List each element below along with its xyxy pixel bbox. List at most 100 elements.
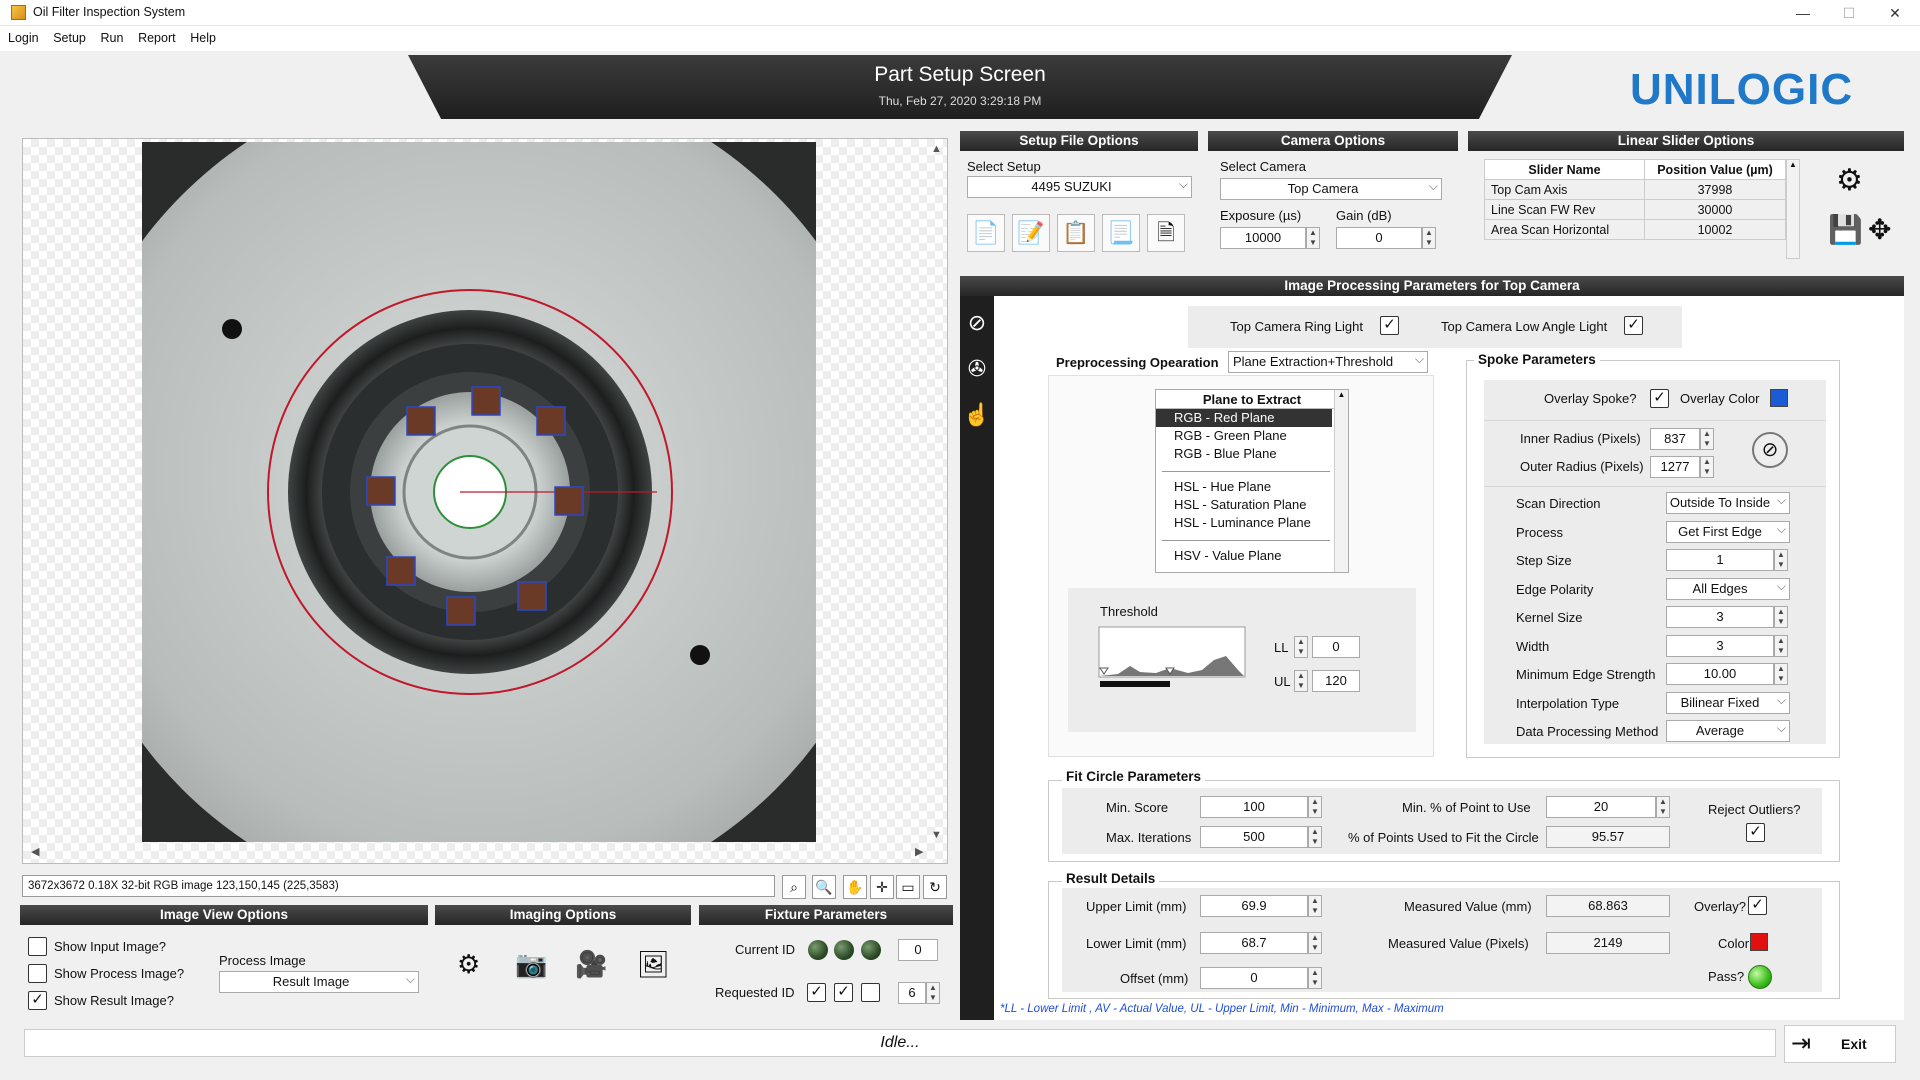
image-gallery-icon[interactable]: 🖼: [637, 949, 670, 980]
min-score-spinner[interactable]: ▲ ▼: [1308, 796, 1322, 818]
show-result-checkbox[interactable]: ✓: [28, 991, 47, 1010]
slider-settings-icon[interactable]: ⚙: [1836, 163, 1863, 198]
threshold-histogram[interactable]: [1098, 626, 1246, 690]
outer-radius-input[interactable]: 1277: [1650, 456, 1700, 478]
data-processing-method-select[interactable]: Average: [1666, 718, 1790, 742]
menu-help[interactable]: Help: [182, 26, 216, 51]
width-input[interactable]: 3: [1666, 634, 1774, 657]
process-select[interactable]: Get First Edge: [1666, 519, 1790, 543]
close-button[interactable]: ✕: [1872, 0, 1918, 26]
table-row[interactable]: Line Scan FW Rev 30000: [1484, 199, 1786, 220]
gauge-tool-icon[interactable]: ⊘: [960, 304, 994, 342]
maximize-button[interactable]: ☐: [1826, 0, 1872, 26]
min-pct-spinner[interactable]: ▲ ▼: [1656, 796, 1670, 818]
gain-input[interactable]: 0: [1336, 227, 1422, 249]
camera-snapshot-icon[interactable]: 📷: [515, 949, 547, 980]
min-score-input[interactable]: 100: [1200, 796, 1308, 818]
plane-item-red[interactable]: RGB - Red Plane: [1156, 409, 1332, 427]
plane-list[interactable]: Plane to Extract RGB - Red Plane RGB - G…: [1155, 389, 1349, 573]
low-angle-light-checkbox[interactable]: ✓: [1624, 316, 1643, 335]
edit-file-icon[interactable]: 📝: [1012, 214, 1050, 252]
scroll-up-arrow[interactable]: ▲: [931, 143, 942, 155]
step-size-spinner[interactable]: ▲ ▼: [1774, 549, 1788, 571]
spoke-tool-icon[interactable]: ✇: [960, 350, 994, 388]
edge-polarity-select[interactable]: All Edges: [1666, 576, 1790, 600]
select-camera-dropdown[interactable]: Top Camera: [1220, 176, 1442, 200]
new-file-icon[interactable]: 📄: [967, 214, 1005, 252]
plane-item-hue[interactable]: HSL - Hue Plane: [1156, 478, 1348, 496]
lower-limit-input[interactable]: 68.7: [1200, 932, 1308, 954]
select-setup-dropdown[interactable]: 4495 SUZUKI: [967, 174, 1192, 198]
requested-id-check-1[interactable]: ✓: [807, 983, 826, 1002]
overlay-spoke-checkbox[interactable]: ✓: [1650, 389, 1669, 408]
outer-radius-spinner[interactable]: ▲ ▼: [1700, 456, 1714, 478]
menu-login[interactable]: Login: [0, 26, 39, 51]
result-color-swatch[interactable]: [1750, 933, 1768, 951]
minimum-edge-strength-spinner[interactable]: ▲ ▼: [1774, 663, 1788, 685]
upper-limit-spinner[interactable]: ▲ ▼: [1308, 895, 1322, 917]
lower-limit-spinner[interactable]: ▲ ▼: [1308, 932, 1322, 954]
requested-id-check-3[interactable]: [861, 983, 880, 1002]
interpolation-type-select[interactable]: Bilinear Fixed: [1666, 690, 1790, 714]
exit-button[interactable]: ⇥ Exit: [1784, 1025, 1896, 1063]
result-overlay-checkbox[interactable]: ✓: [1748, 896, 1767, 915]
minimize-button[interactable]: —: [1780, 0, 1826, 26]
menu-run[interactable]: Run: [93, 26, 124, 51]
approve-file-icon[interactable]: 📋: [1057, 214, 1095, 252]
rectangle-roi-icon[interactable]: ▭: [896, 875, 920, 899]
step-size-input[interactable]: 1: [1666, 549, 1774, 571]
kernel-size-spinner[interactable]: ▲ ▼: [1774, 606, 1788, 628]
save-position-icon[interactable]: 💾: [1828, 213, 1863, 246]
scan-direction-select[interactable]: Outside To Inside: [1666, 490, 1790, 514]
show-process-checkbox[interactable]: [28, 964, 47, 983]
slider-table-scrollbar[interactable]: ▲: [1786, 159, 1800, 259]
ll-spinner[interactable]: ▲ ▼: [1294, 636, 1308, 658]
exposure-input[interactable]: 10000: [1220, 227, 1306, 249]
ul-spinner[interactable]: ▲ ▼: [1294, 670, 1308, 692]
requested-id-spinner[interactable]: ▲ ▼: [926, 982, 940, 1004]
plane-item-value[interactable]: HSV - Value Plane: [1156, 547, 1348, 565]
plane-item-green[interactable]: RGB - Green Plane: [1156, 427, 1348, 445]
menu-setup[interactable]: Setup: [45, 26, 86, 51]
upper-limit-input[interactable]: 69.9: [1200, 895, 1308, 917]
ring-light-checkbox[interactable]: ✓: [1380, 316, 1399, 335]
overlay-color-swatch[interactable]: [1770, 389, 1788, 407]
pointer-tool-icon[interactable]: ☝: [960, 396, 994, 434]
preprocessing-select[interactable]: Plane Extraction+Threshold: [1228, 349, 1428, 373]
spoke-gauge-icon[interactable]: ⊘: [1752, 432, 1788, 468]
menu-report[interactable]: Report: [130, 26, 176, 51]
min-pct-input[interactable]: 20: [1546, 796, 1656, 818]
scroll-down-arrow[interactable]: ▼: [931, 829, 942, 841]
process-image-select[interactable]: Result Image: [219, 969, 419, 993]
scroll-left-arrow[interactable]: ◀: [31, 845, 39, 858]
requested-id-input[interactable]: 6: [898, 982, 926, 1004]
scroll-right-arrow[interactable]: ▶: [915, 845, 923, 858]
show-input-checkbox[interactable]: [28, 937, 47, 956]
plane-list-scrollbar[interactable]: ▲: [1334, 390, 1348, 572]
reject-outliers-checkbox[interactable]: ✓: [1746, 823, 1765, 842]
inner-radius-input[interactable]: 837: [1650, 428, 1700, 450]
move-axis-icon[interactable]: ✥: [1868, 213, 1891, 246]
camera-settings-icon[interactable]: ⚙: [457, 949, 480, 980]
delete-file-icon[interactable]: 🗎: [1147, 214, 1185, 252]
gain-spinner[interactable]: ▲ ▼: [1422, 227, 1436, 249]
width-spinner[interactable]: ▲ ▼: [1774, 634, 1788, 657]
plane-item-blue[interactable]: RGB - Blue Plane: [1156, 445, 1348, 463]
ul-input[interactable]: 120: [1312, 670, 1360, 692]
inner-radius-spinner[interactable]: ▲ ▼: [1700, 428, 1714, 450]
max-iterations-input[interactable]: 500: [1200, 826, 1308, 848]
offset-spinner[interactable]: ▲ ▼: [1308, 967, 1322, 989]
download-file-icon[interactable]: 📃: [1102, 214, 1140, 252]
plane-item-luminance[interactable]: HSL - Luminance Plane: [1156, 514, 1348, 532]
minimum-edge-strength-input[interactable]: 10.00: [1666, 663, 1774, 685]
kernel-size-input[interactable]: 3: [1666, 606, 1774, 628]
pan-hand-icon[interactable]: ✋: [843, 875, 867, 899]
table-row[interactable]: Top Cam Axis 37998: [1484, 179, 1786, 200]
plane-item-saturation[interactable]: HSL - Saturation Plane: [1156, 496, 1348, 514]
exposure-spinner[interactable]: ▲ ▼: [1306, 227, 1320, 249]
rotate-icon[interactable]: ↻: [923, 875, 947, 899]
image-viewer[interactable]: ▲ ▼ ◀ ▶: [22, 138, 948, 864]
ll-input[interactable]: 0: [1312, 636, 1360, 658]
requested-id-check-2[interactable]: ✓: [834, 983, 853, 1002]
crosshair-icon[interactable]: ✛: [870, 875, 894, 899]
